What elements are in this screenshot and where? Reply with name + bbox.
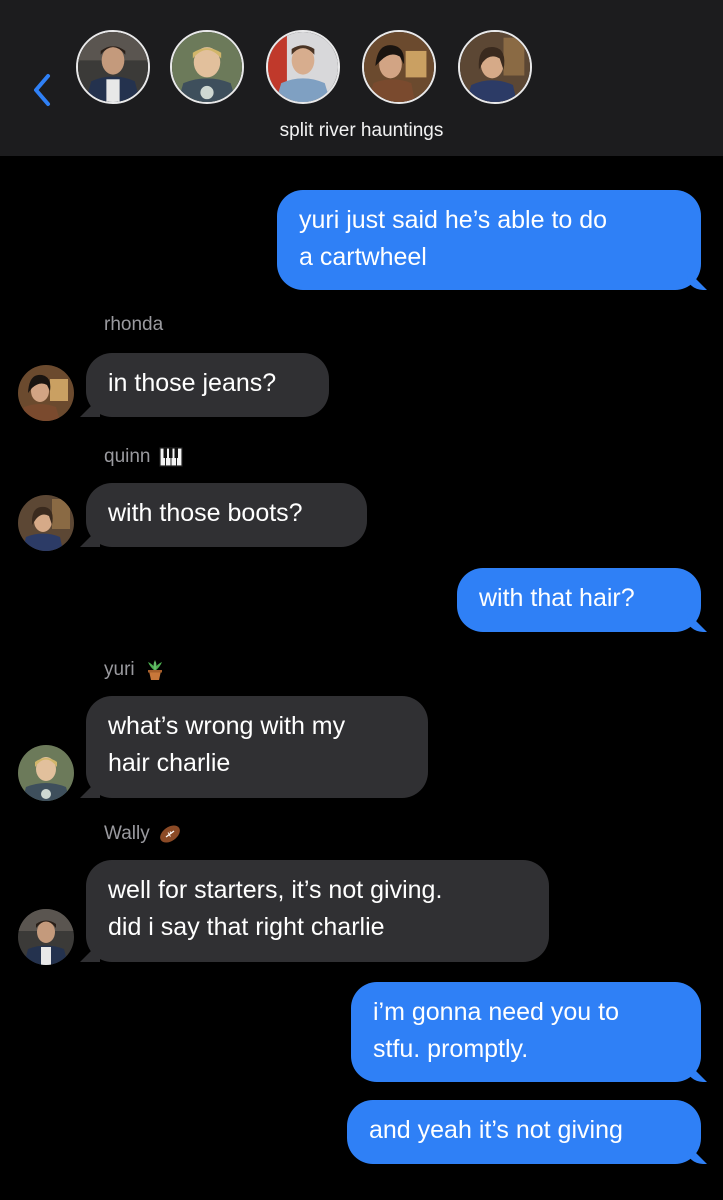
- outgoing-message[interactable]: yuri just said he’s able to do a cartwhe…: [277, 190, 701, 290]
- outgoing-message[interactable]: with that hair?: [457, 568, 701, 632]
- sender-label-quinn: quinn: [104, 445, 183, 469]
- quinn-avatar[interactable]: [458, 30, 532, 104]
- incoming-message[interactable]: in those jeans?: [86, 353, 329, 417]
- sender-label-yuri: yuri: [104, 658, 167, 682]
- yuri-small-avatar[interactable]: [18, 745, 74, 801]
- charlie-avatar[interactable]: [266, 30, 340, 104]
- potted-plant-icon: [143, 658, 167, 682]
- incoming-message[interactable]: well for starters, it’s not giving. did …: [86, 860, 549, 962]
- outgoing-message[interactable]: and yeah it’s not giving: [347, 1100, 701, 1164]
- group-name[interactable]: split river hauntings: [0, 120, 723, 142]
- piano-keys-icon: [158, 445, 183, 469]
- outgoing-message[interactable]: i’m gonna need you to stfu. promptly.: [351, 982, 701, 1082]
- sender-label-wally: Wally: [104, 822, 182, 846]
- wally-small-avatar[interactable]: [18, 909, 74, 965]
- sender-label-rhonda: rhonda: [104, 314, 164, 335]
- rhonda-avatar[interactable]: [362, 30, 436, 104]
- yuri-avatar[interactable]: [170, 30, 244, 104]
- quinn-small-avatar[interactable]: [18, 495, 74, 551]
- incoming-message[interactable]: with those boots?: [86, 483, 367, 547]
- message-thread: yuri just said he’s able to do a cartwhe…: [0, 156, 723, 1200]
- incoming-message[interactable]: what’s wrong with my hair charlie: [86, 696, 428, 798]
- conversation-header: split river hauntings: [0, 0, 723, 156]
- football-icon: [158, 822, 182, 846]
- wally-avatar[interactable]: [76, 30, 150, 104]
- participant-avatars[interactable]: [0, 30, 723, 108]
- rhonda-small-avatar[interactable]: [18, 365, 74, 421]
